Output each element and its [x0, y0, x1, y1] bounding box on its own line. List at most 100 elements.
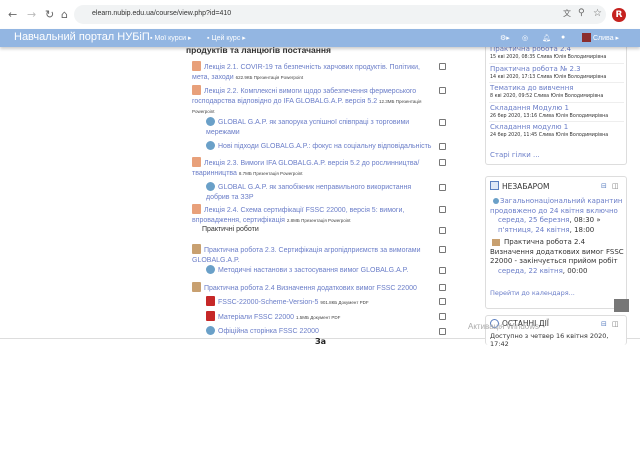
forum-post-link[interactable]: Складання Модулю 1	[490, 104, 569, 112]
my-courses-menu[interactable]: ▪ Мої курси ▸	[150, 34, 191, 42]
powerpoint-icon	[192, 85, 201, 95]
back-icon[interactable]: ←	[8, 8, 17, 21]
event-quarantine: Загальнонаціональний карантин продовжено…	[490, 197, 624, 235]
scroll-to-top-button[interactable]	[614, 299, 629, 312]
completion-checkbox[interactable]	[439, 119, 446, 126]
go-to-calendar-link[interactable]: Перейти до календаря...	[490, 289, 575, 297]
activity-title: Практичні роботи	[202, 226, 259, 233]
address-bar[interactable]: elearn.nubip.edu.ua/course/view.php?id=4…	[74, 5, 606, 24]
event-date-link[interactable]: середа, 22 квітня	[498, 267, 563, 275]
completion-checkbox[interactable]	[439, 63, 446, 70]
forum-post-link[interactable]: Тематика до вивчення	[490, 84, 573, 92]
user-menu[interactable]: Слива ▸	[593, 34, 619, 42]
activity-title[interactable]: Матеріали FSSC 22000	[218, 314, 294, 321]
forum-post-meta: 14 кві 2020, 17:13 Слива Юлія Володимирі…	[490, 74, 607, 80]
browser-toolbar: ← → ↻ ⌂ elearn.nubip.edu.ua/course/view.…	[0, 0, 640, 29]
completion-checkbox[interactable]	[439, 313, 446, 320]
url-globe-icon	[206, 265, 215, 274]
forum-post-meta: 15 кві 2020, 08:35 Слива Юлія Володимирі…	[490, 55, 607, 60]
activity-title[interactable]: Лекція 2.3. Вимоги IFA GLOBALG.A.P. верс…	[192, 160, 419, 177]
event-time: , 00:00	[562, 266, 588, 275]
forum-post-meta: 26 бер 2020, 13:16 Слива Юлія Володимирі…	[490, 113, 609, 119]
event-date-link[interactable]: п'ятниця, 24 квітня	[498, 226, 570, 234]
completion-checkbox[interactable]	[439, 298, 446, 305]
activity-title[interactable]: Офіційна сторінка FSSC 22000	[218, 328, 319, 335]
user-avatar[interactable]	[582, 33, 591, 42]
dock-icon[interactable]: ◫	[612, 320, 619, 328]
bookmark-star-icon[interactable]: ☆	[593, 8, 602, 19]
activity-title[interactable]: FSSC-22000-Scheme-Version-5	[218, 299, 318, 306]
notifications-bell-icon[interactable]: 🔔︎	[542, 34, 551, 42]
activity-ppt: Лекція 2.4. Схема сертифікації FSSC 2200…	[192, 204, 432, 226]
activity-title[interactable]: Нові підходи GLOBALG.A.P.: фокус на соці…	[218, 143, 431, 150]
activity-asg: Практична робота 2.4 Визначення додатков…	[192, 282, 432, 294]
divider	[489, 82, 624, 83]
activity-label: Практичні роботи	[202, 225, 432, 235]
forward-icon[interactable]: →	[27, 8, 36, 21]
collapse-icon[interactable]: ⊟	[601, 320, 607, 328]
settings-icon[interactable]: ⚙▸	[500, 34, 510, 42]
activity-url: GLOBAL G.A.P. як запорука успішної співп…	[206, 117, 432, 138]
collapse-icon[interactable]: ⊟	[601, 182, 607, 190]
activity-title[interactable]: Методичні настанови з застосування вимог…	[218, 267, 408, 274]
completion-checkbox[interactable]	[439, 328, 446, 335]
event-date-link[interactable]: середа, 25 березня	[498, 216, 570, 224]
activity-title[interactable]: Практична робота 2.4 Визначення додатков…	[204, 285, 417, 292]
course-content: продуктів та ланцюгів постачання Лекція …	[180, 42, 460, 338]
activity-ppt: Лекція 2.2. Комплексні вимоги щодо забез…	[192, 85, 432, 117]
activity-title[interactable]: Лекція 2.1. COVIR-19 та безпечність харч…	[192, 64, 420, 81]
older-topics-link[interactable]: Старі гілки ...	[490, 151, 540, 159]
event-time: , 18:00	[569, 225, 595, 234]
forum-post-meta: 24 бер 2020, 11:45 Слива Юлія Володимирі…	[490, 133, 609, 138]
completion-checkbox[interactable]	[439, 267, 446, 274]
activity-title[interactable]: GLOBAL G.A.P. як запорука успішної співп…	[206, 119, 409, 136]
event-title[interactable]: Загальнонаціональний карантин продовжено…	[490, 197, 622, 215]
activity-pdf: FSSC-22000-Scheme-Version-5 901.8КБ Доку…	[206, 296, 432, 308]
divider	[489, 121, 624, 122]
url-globe-icon	[206, 182, 215, 191]
home-icon[interactable]: ⌂	[61, 8, 68, 21]
site-brand[interactable]: Навчальний портал НУБіП	[14, 31, 150, 43]
powerpoint-icon	[192, 61, 201, 71]
completion-checkbox[interactable]	[439, 206, 446, 213]
activity-meta: 8.7МБ Презентація Powerpoint	[238, 171, 303, 176]
this-course-menu[interactable]: ▪ Цей курс ▸	[207, 34, 246, 42]
assignment-icon	[492, 239, 500, 246]
section-heading-fragment: За	[315, 337, 327, 346]
completion-checkbox[interactable]	[439, 143, 446, 150]
activity-title[interactable]: GLOBAL G.A.P. як запобіжник неправильног…	[206, 184, 411, 201]
assignment-icon	[192, 282, 201, 292]
event-title[interactable]: Практична робота 2.4 Визначення додатков…	[490, 238, 624, 265]
completion-checkbox[interactable]	[439, 227, 446, 234]
divider	[489, 101, 624, 103]
recent-activity-text: Доступно з четвер 16 квітня 2020, 17:42	[490, 332, 609, 348]
completion-checkbox[interactable]	[439, 246, 446, 253]
reload-icon[interactable]: ↻	[45, 8, 54, 21]
activity-title[interactable]: Практична робота 2.3. Сертифікація агроп…	[192, 247, 420, 264]
forum-block: Практична робота 2.4 15 кві 2020, 08:35 С…	[485, 42, 627, 165]
activity-url: Нові підходи GLOBALG.A.P.: фокус на соці…	[206, 141, 432, 152]
dock-icon[interactable]: ◫	[612, 182, 619, 190]
completion-checkbox[interactable]	[439, 184, 446, 191]
completion-checkbox[interactable]	[439, 159, 446, 166]
pdf-icon	[206, 311, 215, 321]
forum-post-link[interactable]: Складання модулю 1	[490, 123, 568, 131]
divider	[489, 62, 624, 64]
powerpoint-icon	[192, 157, 201, 167]
completion-checkbox[interactable]	[439, 87, 446, 94]
activity-ppt: Лекція 2.3. Вимоги IFA GLOBALG.A.P. верс…	[192, 157, 432, 179]
activity-meta: 2.8МБ Презентація Powerpoint	[286, 218, 351, 223]
zoom-icon[interactable]: ⚲	[578, 8, 585, 18]
completion-checkbox[interactable]	[439, 284, 446, 291]
assignment-icon	[192, 244, 201, 254]
forum-post-link[interactable]: Практична робота № 2.3	[490, 65, 581, 73]
url-globe-icon	[206, 117, 215, 126]
translate-icon[interactable]: 文	[563, 8, 571, 19]
profile-avatar[interactable]: R	[612, 8, 626, 22]
globe-icon	[493, 198, 499, 204]
event-time: , 08:30 »	[569, 216, 601, 224]
messages-icon[interactable]: ●	[561, 34, 565, 41]
activity-url: Методичні настанови з застосування вимог…	[206, 265, 432, 276]
accessibility-icon[interactable]: ◎	[522, 34, 528, 42]
activity-ppt: Лекція 2.1. COVIR-19 та безпечність харч…	[192, 61, 432, 83]
